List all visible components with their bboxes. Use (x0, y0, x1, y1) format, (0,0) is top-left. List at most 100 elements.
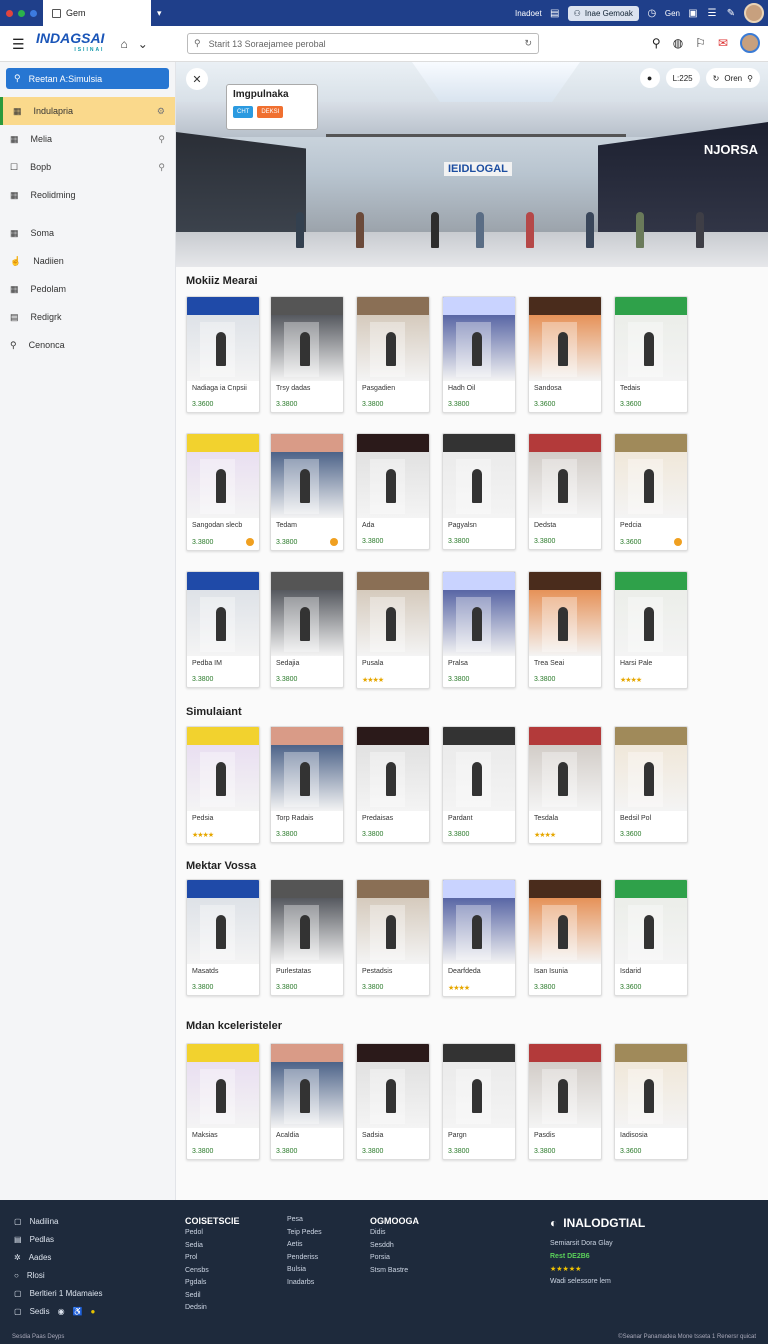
footer-link[interactable]: Pedol (185, 1229, 240, 1242)
product-card[interactable]: Isan Isunia 3.3800 (528, 879, 602, 996)
card-icon[interactable]: ▣ (687, 7, 699, 19)
product-image[interactable] (271, 434, 343, 518)
product-card[interactable]: Masatds 3.3800 (186, 879, 260, 996)
product-card[interactable]: Trsy dadas 3.3800 (270, 296, 344, 413)
product-card[interactable]: Nadiaga ia Cnpsii 3.3600 (186, 296, 260, 413)
product-card[interactable]: Pargn 3.3800 (442, 1043, 516, 1160)
sidebar-item-reolidming[interactable]: ▦ Reolidming (0, 181, 175, 209)
product-image[interactable] (357, 727, 429, 811)
product-image[interactable] (443, 1044, 515, 1128)
product-card[interactable]: Maksias 3.3800 (186, 1043, 260, 1160)
product-image[interactable] (187, 297, 259, 381)
footer-link[interactable]: Stsm Bastre (370, 1267, 419, 1280)
product-image[interactable] (615, 880, 687, 964)
product-image[interactable] (271, 880, 343, 964)
product-card[interactable]: Pestadsis 3.3800 (356, 879, 430, 996)
hamburger-icon[interactable]: ☰ (12, 37, 26, 51)
product-image[interactable] (529, 572, 601, 656)
footer-item[interactable]: ▢ Nadilina (14, 1212, 102, 1230)
product-card[interactable]: Dedsta 3.3800 (528, 433, 602, 550)
puzzle-icon[interactable]: ✎ (725, 7, 737, 19)
settings-icon[interactable]: ⚙ (157, 106, 165, 117)
product-image[interactable] (529, 880, 601, 964)
product-image[interactable] (529, 727, 601, 811)
window-controls[interactable] (0, 9, 43, 17)
product-card[interactable]: Acaldia 3.3800 (270, 1043, 344, 1160)
minimize-dot[interactable] (30, 9, 37, 17)
notification-icon[interactable]: ✉ (718, 36, 728, 50)
footer-item[interactable]: ✲ Aades (14, 1248, 102, 1266)
chevron-down-icon[interactable]: ▾ (157, 8, 162, 19)
menu-list-icon[interactable]: ☰ (706, 7, 718, 19)
sidebar-item-melia[interactable]: ▦ Melia ⚲ (0, 125, 175, 153)
accessibility-icon[interactable]: ♿ (73, 1307, 83, 1316)
product-image[interactable] (529, 434, 601, 518)
popup-cht-button[interactable]: CHT (233, 106, 254, 118)
open-pill[interactable]: ↻ Oren ⚲ (705, 68, 760, 88)
product-card[interactable]: Dearfdeda ★★★★ (442, 879, 516, 997)
product-image[interactable] (443, 727, 515, 811)
product-image[interactable] (187, 880, 259, 964)
product-card[interactable]: Tesdala ★★★★ (528, 726, 602, 844)
close-dot[interactable] (6, 9, 13, 17)
product-card[interactable]: Isdarid 3.3600 (614, 879, 688, 996)
footer-link[interactable]: Inadarbs (287, 1279, 322, 1292)
gem-label[interactable]: Gen (665, 9, 680, 18)
search-icon[interactable]: ⚲ (158, 134, 165, 145)
product-image[interactable] (443, 880, 515, 964)
circle-icon[interactable]: ◉ (58, 1307, 65, 1316)
sidebar-item-redigrk[interactable]: ▤ Redigrk (0, 303, 175, 331)
product-card[interactable]: Ada 3.3800 (356, 433, 430, 550)
sidebar-item-indulapria[interactable]: ▦ Indulapria ⚙ (0, 97, 175, 125)
footer-item[interactable]: ▢ Sedis ◉ ♿ ● (14, 1302, 102, 1320)
footer-item[interactable]: ○ Rlosi (14, 1266, 102, 1284)
refresh-icon[interactable]: ↻ (524, 38, 532, 49)
clock-icon[interactable]: ◷ (646, 7, 658, 19)
footer-link[interactable]: Porsia (370, 1254, 419, 1267)
product-card[interactable]: Tedam 3.3800 (270, 433, 344, 551)
close-icon[interactable]: ✕ (186, 68, 208, 90)
product-image[interactable] (357, 434, 429, 518)
product-image[interactable] (357, 572, 429, 656)
search-icon[interactable]: ⚲ (158, 162, 165, 173)
maximize-dot[interactable] (18, 9, 25, 17)
product-image[interactable] (529, 1044, 601, 1128)
account-button[interactable]: ⚇ Inae Gemoak (567, 5, 639, 21)
badge-icon[interactable] (674, 538, 682, 546)
chevron-down-icon[interactable]: ⌄ (138, 37, 148, 51)
sidebar-item-cenonca[interactable]: ⚲ Cenonca (0, 331, 175, 359)
footer-brand-title[interactable]: ◐ INALODGTIAL (550, 1216, 645, 1230)
browser-tab[interactable]: Gem (43, 0, 151, 26)
avatar[interactable] (740, 33, 760, 53)
footer-link[interactable]: Pesa (287, 1216, 322, 1229)
product-card[interactable]: Sangodan slecb 3.3800 (186, 433, 260, 551)
product-image[interactable] (357, 1044, 429, 1128)
product-card[interactable]: Pralsa 3.3800 (442, 571, 516, 688)
document-icon[interactable]: ▤ (549, 7, 561, 19)
product-card[interactable]: Bedsil Pol 3.3600 (614, 726, 688, 843)
footer-link[interactable]: Penderiss (287, 1254, 322, 1267)
footer-item[interactable]: ▢ Berltieri 1 Mdamaies (14, 1284, 102, 1302)
product-card[interactable]: Sandosa 3.3600 (528, 296, 602, 413)
footer-link[interactable]: Bulsia (287, 1266, 322, 1279)
sidebar-search-button[interactable]: ⚲ Reetan A:Simulsia (6, 68, 169, 89)
product-image[interactable] (615, 297, 687, 381)
product-card[interactable]: Pasdis 3.3800 (528, 1043, 602, 1160)
search-bar[interactable]: ⚲ Starit 13 Soraejamee perobal ↻ (187, 33, 539, 54)
product-card[interactable]: Predaisas 3.3800 (356, 726, 430, 843)
footer-link[interactable]: Didis (370, 1229, 419, 1242)
product-image[interactable] (443, 297, 515, 381)
product-card[interactable]: Pardant 3.3800 (442, 726, 516, 843)
product-card[interactable]: Pagyalsn 3.3800 (442, 433, 516, 550)
product-card[interactable]: Pedsia ★★★★ (186, 726, 260, 844)
product-card[interactable]: Tedais 3.3600 (614, 296, 688, 413)
footer-link[interactable]: Sedia (185, 1242, 240, 1255)
sidebar-item-soma[interactable]: ▦ Soma (0, 219, 175, 247)
footer-link[interactable]: Dedsin (185, 1304, 240, 1317)
product-card[interactable]: Pedcia 3.3600 (614, 433, 688, 551)
footer-link[interactable]: Censbs (185, 1267, 240, 1280)
product-image[interactable] (271, 727, 343, 811)
chrome-label[interactable]: Inadoet (515, 9, 542, 18)
badge-icon[interactable] (330, 538, 338, 546)
product-card[interactable]: Pedba IM 3.3800 (186, 571, 260, 688)
